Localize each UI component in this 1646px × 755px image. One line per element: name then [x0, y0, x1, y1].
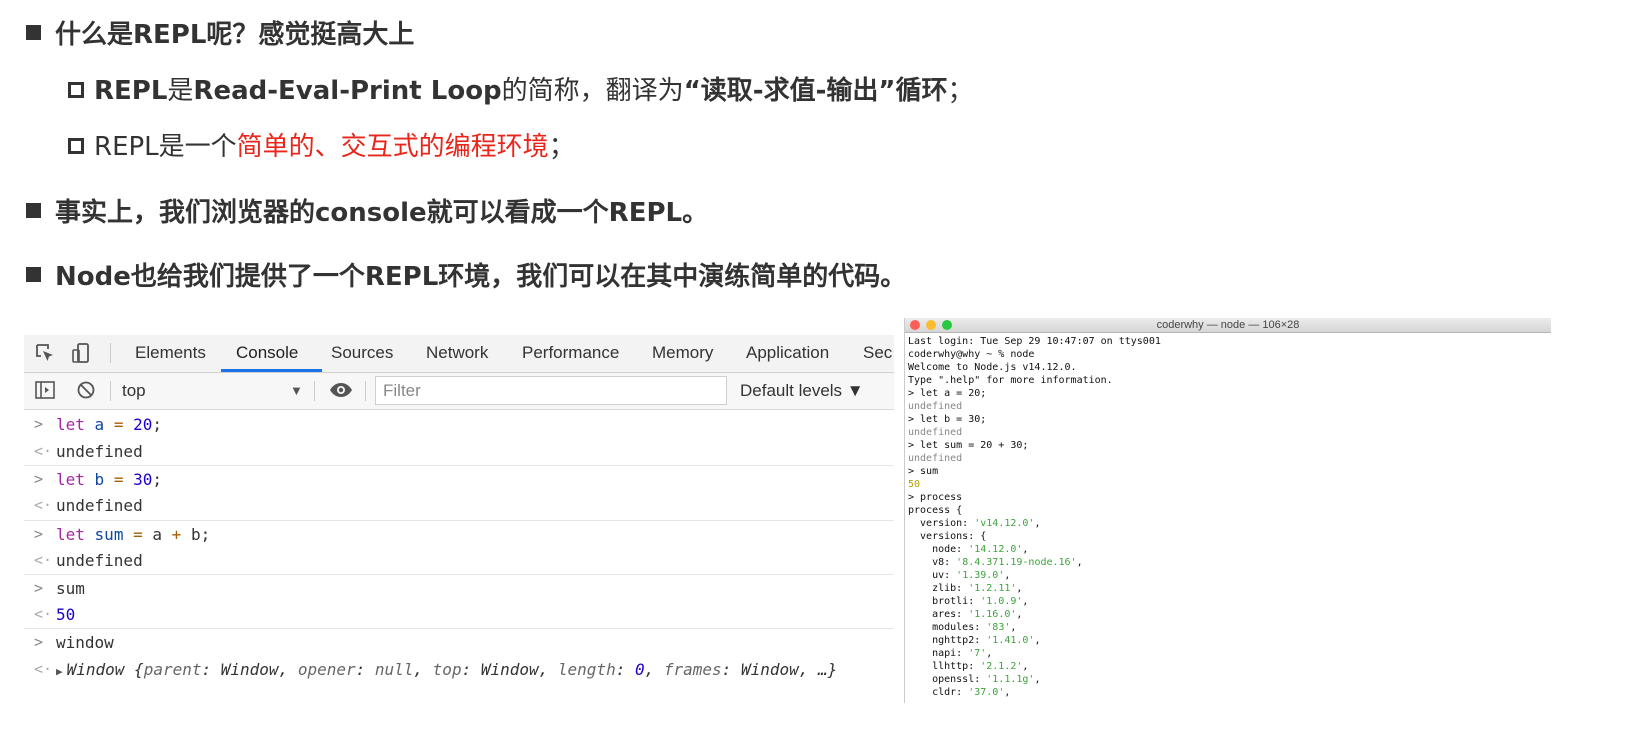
- terminal-window: coderwhy — node — 106×28 Last login: Tue…: [904, 318, 1551, 703]
- toolbar-divider: [110, 343, 111, 363]
- dropdown-arrow-icon[interactable]: ▼: [290, 383, 303, 398]
- devtools-panel: Elements Console Sources Network Perform…: [24, 335, 894, 700]
- terminal-line: 50: [908, 479, 921, 490]
- terminal-line: versions: {: [908, 531, 987, 542]
- terminal-line: Last login: Tue Sep 29 10:47:07 on ttys0…: [908, 336, 1161, 347]
- context-selector[interactable]: top: [122, 381, 146, 401]
- console-toolbar: top ▼ Default levels ▼: [24, 373, 894, 410]
- tab-security[interactable]: Sec: [863, 343, 892, 363]
- console-input-line: > sum: [24, 574, 894, 602]
- console-result-line: <· ▶ Window {parent: Window, opener: null…: [24, 656, 894, 683]
- terminal-line: node: '14.12.0',: [908, 544, 1029, 555]
- console-input-line: > let a = 20;: [24, 411, 894, 438]
- terminal-line: Welcome to Node.js v14.12.0.: [908, 362, 1077, 373]
- hollow-square-bullet-icon: [68, 138, 84, 154]
- tab-network[interactable]: Network: [426, 343, 488, 363]
- terminal-line: uv: '1.39.0',: [908, 570, 1011, 581]
- filter-input[interactable]: [376, 377, 715, 405]
- hollow-square-bullet-icon: [68, 82, 84, 98]
- terminal-line: v8: '8.4.371.19-node.16',: [908, 557, 1083, 568]
- default-levels-dropdown[interactable]: Default levels ▼: [740, 381, 864, 401]
- console-input-line: > let sum = a + b;: [24, 520, 894, 548]
- result-arrow-icon: <·: [34, 605, 53, 623]
- tab-sources[interactable]: Sources: [331, 343, 393, 363]
- inspect-icon[interactable]: [34, 342, 56, 364]
- console-result-line: <· undefined: [24, 438, 894, 465]
- prompt-chevron-icon: >: [34, 415, 44, 433]
- terminal-line: openssl: '1.1.1g',: [908, 674, 1041, 685]
- terminal-title: coderwhy — node — 106×28: [1156, 319, 1300, 331]
- console-input-line: > let b = 30;: [24, 465, 894, 493]
- square-bullet-icon: [26, 25, 41, 40]
- result-arrow-icon: <·: [34, 551, 53, 569]
- terminal-line: undefined: [908, 453, 963, 464]
- tab-console[interactable]: Console: [236, 343, 298, 363]
- eye-icon[interactable]: [329, 379, 352, 401]
- terminal-line: coderwhy@why ~ % node: [908, 349, 1035, 360]
- terminal-line: undefined: [908, 401, 963, 412]
- prompt-chevron-icon: >: [34, 633, 44, 651]
- window-object-preview[interactable]: ▶ Window {parent: Window, opener: null, t…: [56, 656, 837, 685]
- devtools-tab-bar: Elements Console Sources Network Perform…: [24, 335, 894, 373]
- toolbar-divider: [314, 381, 315, 401]
- terminal-line: Type ".help" for more information.: [908, 375, 1113, 386]
- terminal-line: undefined: [908, 427, 963, 438]
- terminal-line: cldr: '37.0',: [908, 687, 1011, 698]
- terminal-line: modules: '83',: [908, 622, 1017, 633]
- terminal-line: > let a = 20;: [908, 388, 987, 399]
- sidebar-toggle-icon[interactable]: [34, 379, 56, 401]
- filter-box: [375, 376, 727, 405]
- bullet-node-repl: Node也给我们提供了一个REPL环境，我们可以在其中演练简单的代码。: [26, 256, 906, 293]
- square-bullet-icon: [26, 267, 41, 282]
- tab-performance[interactable]: Performance: [522, 343, 619, 363]
- bullet-what-is-repl: 什么是REPL呢？感觉挺高大上: [26, 14, 414, 51]
- tab-elements[interactable]: Elements: [135, 343, 206, 363]
- sub-bullet-repl-definition: REPL是Read-Eval-Print Loop的简称，翻译为“读取-求值-输…: [68, 70, 973, 107]
- console-result-line: <· undefined: [24, 547, 894, 574]
- sub-bullet-repl-environment: REPL是一个简单的、交互式的编程环境；: [68, 126, 575, 163]
- prompt-chevron-icon: >: [34, 579, 44, 597]
- terminal-line: llhttp: '2.1.2',: [908, 661, 1029, 672]
- tab-application[interactable]: Application: [746, 343, 829, 363]
- clear-console-icon[interactable]: [75, 379, 97, 401]
- terminal-line: nghttp2: '1.41.0',: [908, 635, 1041, 646]
- result-arrow-icon: <·: [34, 442, 53, 460]
- square-bullet-icon: [26, 203, 41, 218]
- terminal-line: > let sum = 20 + 30;: [908, 440, 1029, 451]
- active-tab-indicator: [221, 369, 322, 372]
- prompt-chevron-icon: >: [34, 525, 44, 543]
- result-arrow-icon: <·: [34, 660, 53, 678]
- device-toggle-icon[interactable]: [70, 342, 92, 364]
- console-input-line: > window: [24, 628, 894, 656]
- terminal-line: > let b = 30;: [908, 414, 987, 425]
- terminal-line: process {: [908, 505, 963, 516]
- terminal-line: > sum: [908, 466, 939, 477]
- terminal-line: version: 'v14.12.0',: [908, 518, 1041, 529]
- terminal-line: zlib: '1.2.11',: [908, 583, 1023, 594]
- terminal-line: ares: '1.16.0',: [908, 609, 1023, 620]
- result-arrow-icon: <·: [34, 496, 53, 514]
- terminal-line: napi: '7',: [908, 648, 993, 659]
- terminal-line: > process: [908, 492, 963, 503]
- console-result-line: <· undefined: [24, 492, 894, 519]
- toolbar-divider: [110, 381, 111, 401]
- expand-triangle-icon[interactable]: ▶: [56, 665, 63, 678]
- tab-memory[interactable]: Memory: [652, 343, 713, 363]
- toolbar-divider: [365, 381, 366, 401]
- terminal-title-bar: coderwhy — node — 106×28: [905, 318, 1551, 333]
- prompt-chevron-icon: >: [34, 470, 44, 488]
- terminal-line: brotli: '1.0.9',: [908, 596, 1029, 607]
- console-result-line: <· 50: [24, 601, 894, 628]
- bullet-browser-console: 事实上，我们浏览器的console就可以看成一个REPL。: [26, 192, 708, 229]
